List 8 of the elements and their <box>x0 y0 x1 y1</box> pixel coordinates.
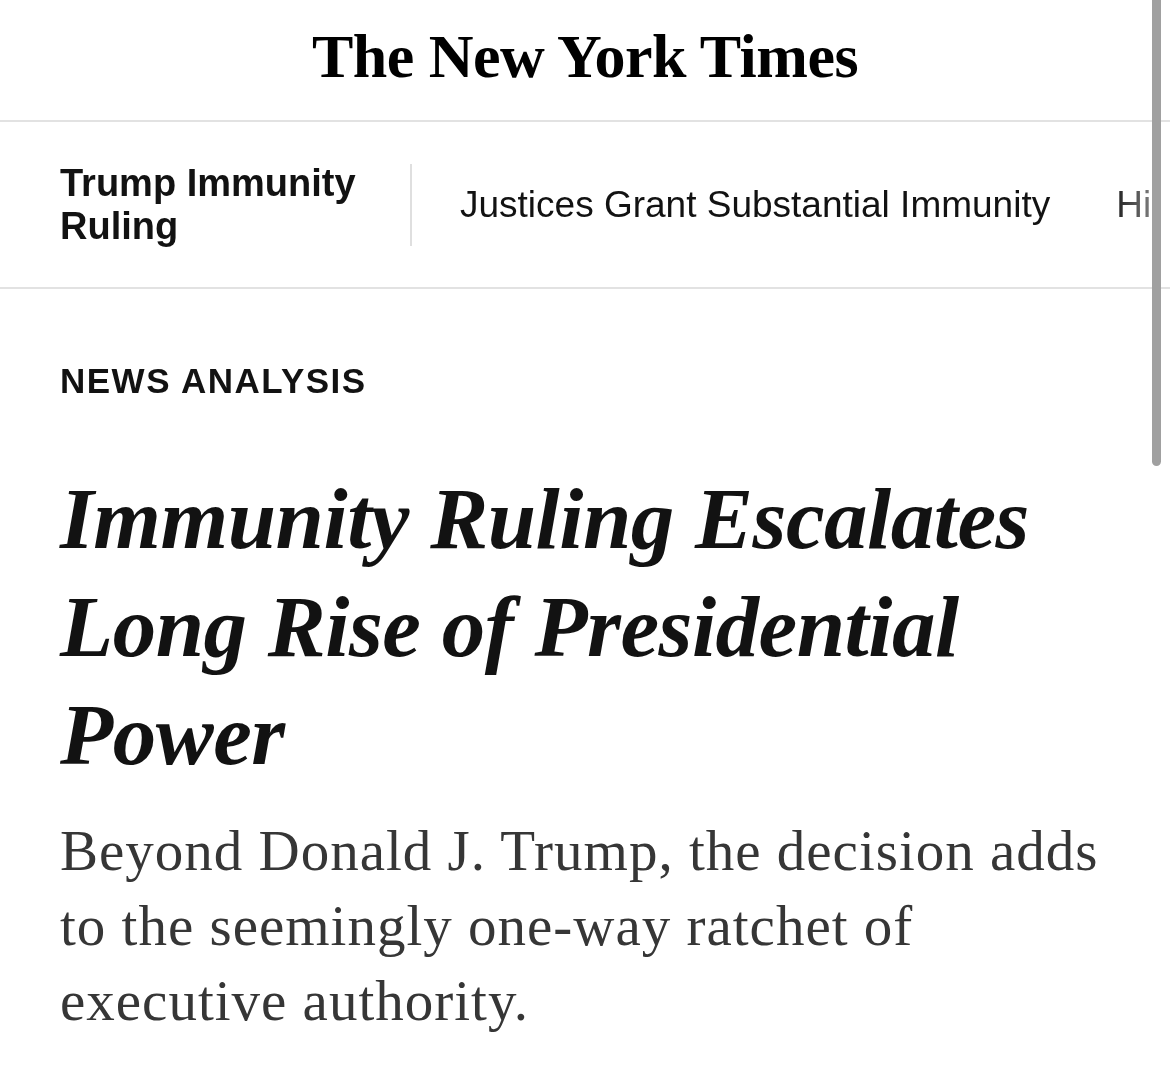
article-kicker: NEWS ANALYSIS <box>60 361 368 401</box>
article-summary: Beyond Donald J. Trump, the decision adds to the seemingly one-way ratchet of executive authority. <box>60 818 1100 1034</box>
nav-link[interactable]: Hi <box>1116 183 1152 226</box>
section-title-link[interactable]: Trump Immunity Ruling <box>60 161 378 248</box>
scrollbar-thumb[interactable] <box>1152 0 1161 466</box>
site-logo[interactable]: The New York Times <box>311 20 859 92</box>
nav-link[interactable]: Justices Grant Substantial Immunity <box>460 183 1051 226</box>
article-headline: Immunity Ruling Escalates Long Rise of Presidential Power <box>60 469 1030 785</box>
